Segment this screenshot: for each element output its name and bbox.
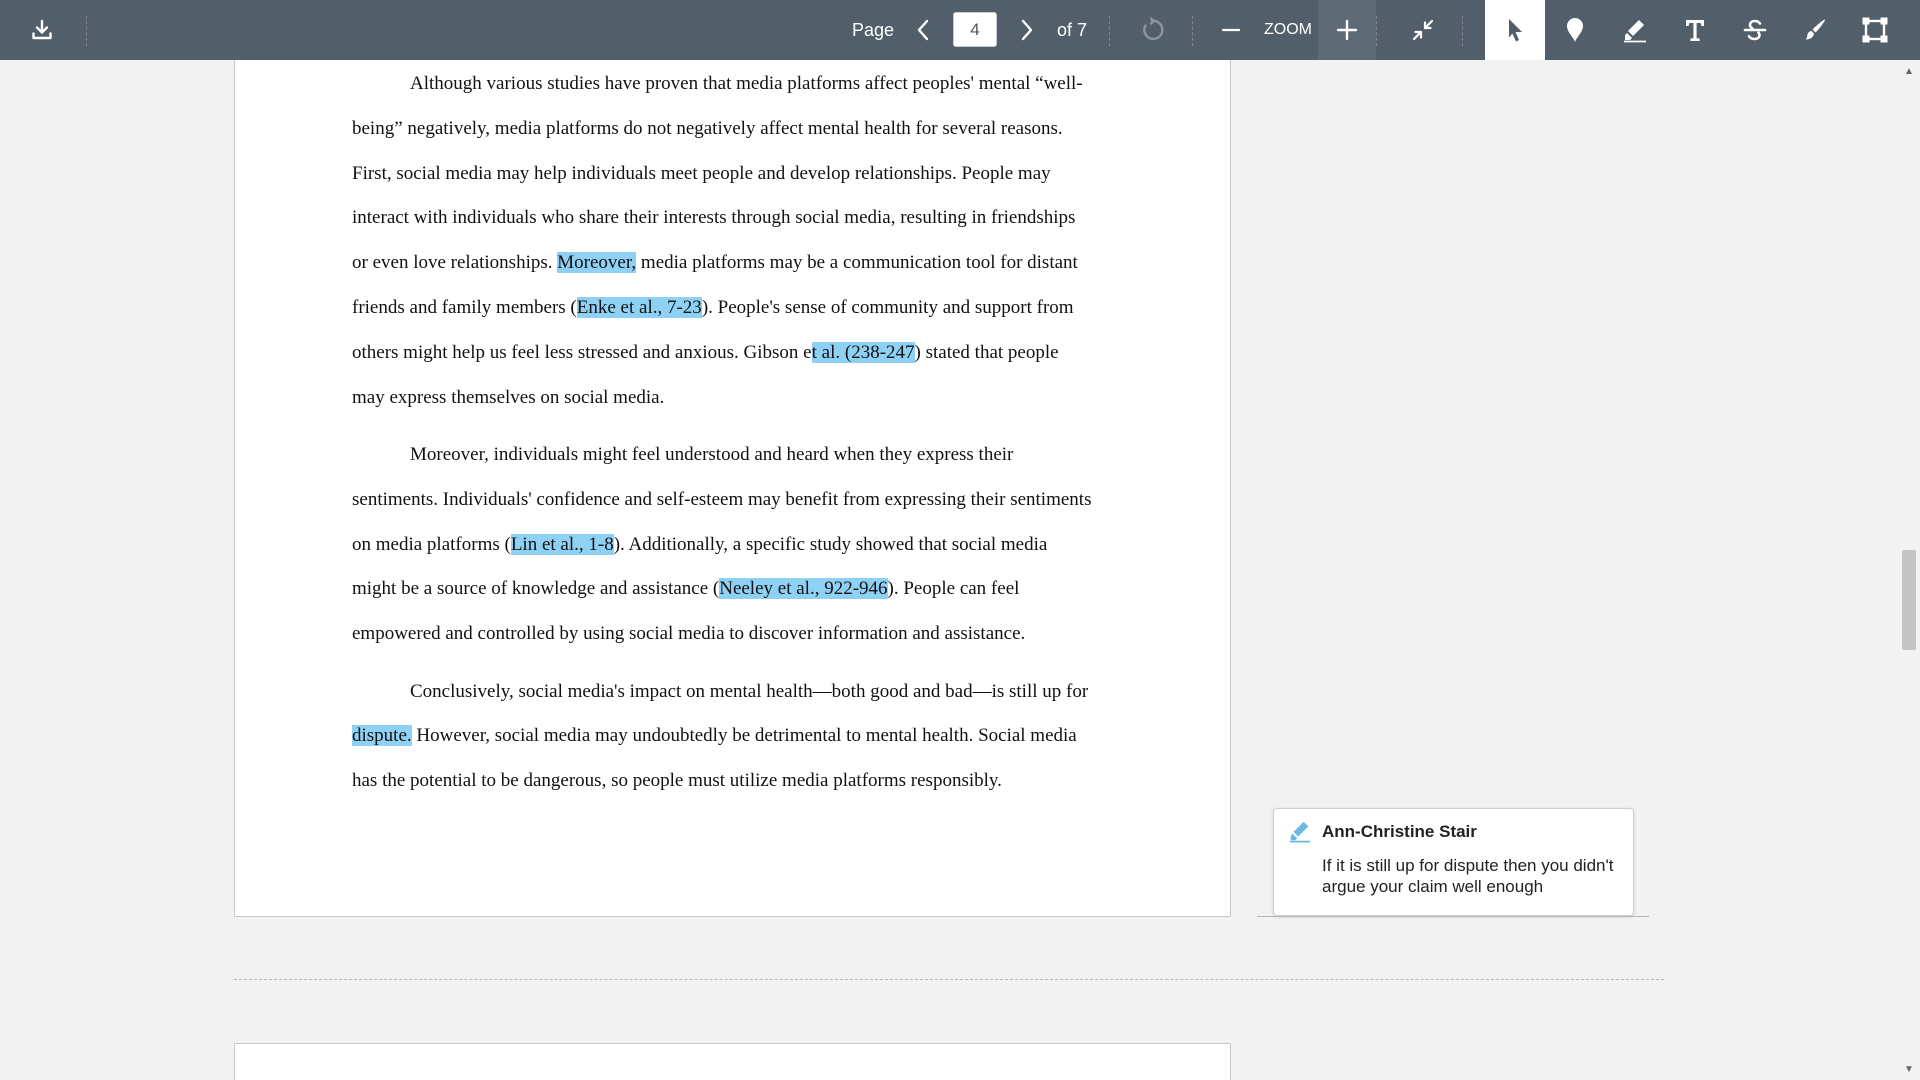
text-icon xyxy=(1686,20,1704,41)
text-line: empowered and controlled by using social… xyxy=(352,612,1122,657)
collapse-button[interactable] xyxy=(1405,0,1441,60)
scroll-up-arrow[interactable]: ▲ xyxy=(1903,65,1915,77)
text-line: sentiments. Individuals' confidence and … xyxy=(352,478,1122,523)
brush-tool-button[interactable] xyxy=(1785,0,1845,60)
toolbar-separator xyxy=(1192,16,1193,46)
scroll-down-arrow[interactable]: ▼ xyxy=(1903,1063,1915,1075)
rotate-icon xyxy=(1143,17,1164,41)
text-line: interact with individuals who share thei… xyxy=(352,196,1122,241)
chevron-left-icon xyxy=(917,19,929,41)
select-cursor-icon xyxy=(1509,19,1522,42)
text-line: Moreover, individuals might feel underst… xyxy=(352,433,1122,478)
page-divider xyxy=(234,979,1664,980)
zoom-in-button[interactable] xyxy=(1318,0,1376,60)
text-segment: being” negatively, media platforms do no… xyxy=(352,117,1063,139)
highlighted-text[interactable]: Neeley et al., 922-946 xyxy=(719,578,888,600)
text-line: Conclusively, social media's impact on m… xyxy=(352,670,1122,715)
rotate-button[interactable] xyxy=(1136,0,1168,60)
text-line: may express themselves on social media. xyxy=(352,376,1122,421)
chevron-right-icon xyxy=(1021,19,1033,41)
area-select-icon xyxy=(1862,17,1888,43)
text-segment: ) stated that people xyxy=(914,341,1059,363)
text-segment: others might help us feel less stressed … xyxy=(352,341,812,363)
text-segment: or even love relationships. xyxy=(352,252,558,274)
zoom-out-button[interactable] xyxy=(1216,0,1246,60)
toolbar-separator xyxy=(1376,16,1377,46)
strikethrough-icon xyxy=(1743,19,1767,41)
comment-author: Ann-Christine Stair xyxy=(1322,822,1477,841)
zoom-out-icon xyxy=(1221,28,1241,32)
text-segment: ). Additionally, a specific study showed… xyxy=(613,533,1048,555)
text-segment: has the potential to be dangerous, so pe… xyxy=(352,770,1002,792)
text-line: on media platforms (Lin et al., 1-8). Ad… xyxy=(352,523,1122,568)
text-segment: sentiments. Individuals' confidence and … xyxy=(352,488,1092,510)
strikethrough-tool-button[interactable] xyxy=(1725,0,1785,60)
toolbar-separator xyxy=(86,16,87,46)
select-tool-button[interactable] xyxy=(1485,0,1545,60)
text-line: or even love relationships. Moreover, me… xyxy=(352,241,1122,286)
toolbar-separator xyxy=(1462,16,1463,46)
page-total: of 7 xyxy=(1056,19,1088,40)
comment-text: If it is still up for dispute then you d… xyxy=(1322,856,1614,896)
highlighted-text[interactable]: Enke et al., 7-23 xyxy=(576,296,702,318)
toolbar: Page of 7 ZOOM xyxy=(0,0,1920,60)
paragraph: Although various studies have proven tha… xyxy=(352,62,1122,420)
text-segment: Conclusively, social media's impact on m… xyxy=(410,680,1089,702)
text-segment: Moreover, individuals might feel underst… xyxy=(410,443,1014,465)
previous-page-button[interactable] xyxy=(910,0,936,60)
zoom-in-icon xyxy=(1336,19,1358,41)
page-label: Page xyxy=(851,19,895,40)
text-segment: Although various studies have proven tha… xyxy=(410,73,1083,94)
collapse-icon xyxy=(1412,19,1434,41)
highlighted-text[interactable]: dispute. xyxy=(352,725,412,747)
text-segment: on media platforms ( xyxy=(352,533,511,555)
text-line: First, social media may help individuals… xyxy=(352,152,1122,197)
comment-card[interactable]: Ann-Christine Stair If it is still up fo… xyxy=(1273,808,1634,916)
text-segment: friends and family members ( xyxy=(352,296,577,318)
area-select-tool-button[interactable] xyxy=(1845,0,1905,60)
paragraph: Conclusively, social media's impact on m… xyxy=(352,670,1122,804)
next-page-button[interactable] xyxy=(1014,0,1040,60)
text-line: being” negatively, media platforms do no… xyxy=(352,107,1122,152)
brush-icon xyxy=(1805,19,1826,40)
text-segment: However, social media may undoubtedly be… xyxy=(411,725,1077,747)
highlighter-icon xyxy=(1624,20,1646,43)
page-number-input[interactable] xyxy=(953,12,997,47)
zoom-label: ZOOM xyxy=(1264,21,1312,38)
scrollbar-thumb[interactable] xyxy=(1902,550,1916,650)
text-segment: ). People's sense of community and suppo… xyxy=(701,296,1074,318)
text-segment: may express themselves on social media. xyxy=(352,386,665,408)
text-line: has the potential to be dangerous, so pe… xyxy=(352,759,1122,804)
text-segment: interact with individuals who share thei… xyxy=(352,207,1076,229)
document-page-next xyxy=(234,1043,1231,1080)
comment-divider xyxy=(1257,916,1649,917)
highlighter-icon xyxy=(1289,821,1311,843)
download-icon xyxy=(32,19,52,40)
download-button[interactable] xyxy=(22,0,62,60)
text-segment: ). People can feel xyxy=(887,578,1020,600)
highlighted-text[interactable]: t al. (238-247 xyxy=(811,341,915,363)
highlight-tool-button[interactable] xyxy=(1605,0,1665,60)
toolbar-separator xyxy=(1109,16,1110,46)
text-line: Although various studies have proven tha… xyxy=(352,62,1122,107)
paragraph: Moreover, individuals might feel underst… xyxy=(352,433,1122,657)
document-text: Although various studies have proven tha… xyxy=(352,62,1122,804)
pin-icon xyxy=(1567,18,1583,42)
text-segment: empowered and controlled by using social… xyxy=(352,623,1026,645)
highlighted-text[interactable]: Moreover, xyxy=(557,252,637,274)
text-line: dispute. However, social media may undou… xyxy=(352,714,1122,759)
text-line: friends and family members (Enke et al.,… xyxy=(352,286,1122,331)
text-line: might be a source of knowledge and assis… xyxy=(352,567,1122,612)
text-tool-button[interactable] xyxy=(1665,0,1725,60)
highlighted-text[interactable]: Lin et al., 1-8 xyxy=(510,533,614,555)
text-segment: media platforms may be a communication t… xyxy=(636,252,1078,274)
text-segment: First, social media may help individuals… xyxy=(352,162,1051,184)
text-segment: might be a source of knowledge and assis… xyxy=(352,578,720,600)
text-line: others might help us feel less stressed … xyxy=(352,331,1122,376)
pin-tool-button[interactable] xyxy=(1545,0,1605,60)
